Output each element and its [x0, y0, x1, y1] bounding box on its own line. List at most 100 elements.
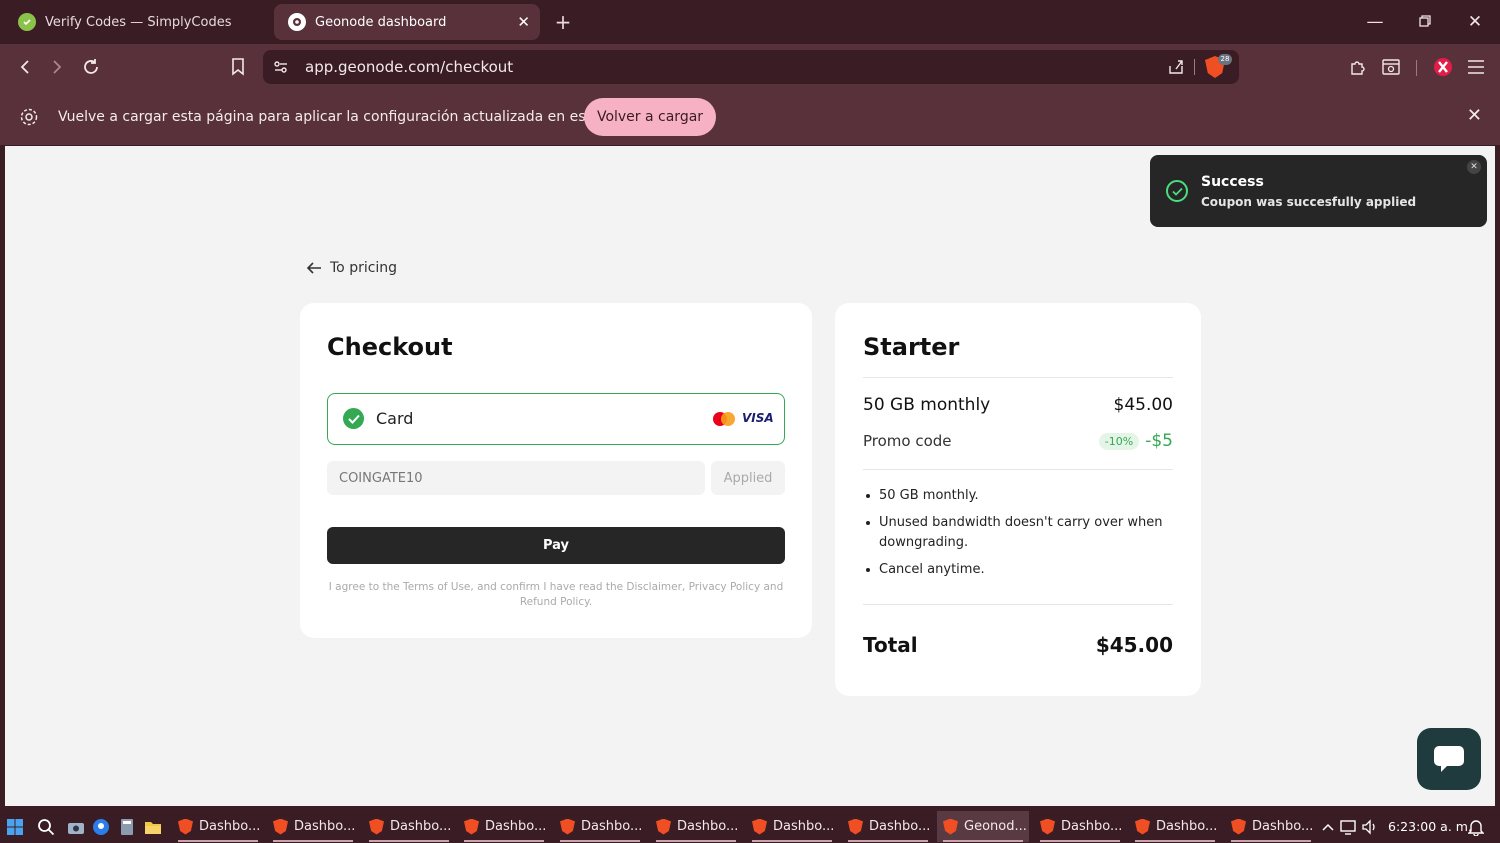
clock: 6:23:00 a. m. — [1388, 819, 1472, 834]
tab-geonode-dashboard[interactable]: Geonode dashboard ✕ — [274, 4, 540, 40]
address-bar[interactable]: app.geonode.com/checkout 28 — [263, 50, 1239, 84]
taskbar-app-label: Dashbo... — [1061, 819, 1123, 834]
reload-infobar: Vuelve a cargar esta página para aplicar… — [0, 90, 1500, 145]
pay-button[interactable]: Pay — [327, 527, 785, 564]
apply-coupon-button[interactable]: Applied — [711, 461, 785, 495]
close-infobar-icon[interactable]: ✕ — [1467, 105, 1482, 126]
visa-icon: VISA — [742, 411, 774, 425]
minimize-icon[interactable]: — — [1360, 8, 1390, 36]
line-item-row: 50 GB monthly $45.00 — [863, 395, 1173, 415]
address-separator — [1194, 59, 1195, 75]
file-explorer-icon[interactable] — [143, 817, 163, 837]
promo-percent-badge: -10% — [1098, 432, 1140, 450]
wallet-icon[interactable] — [1378, 54, 1404, 80]
settings-gear-icon — [19, 107, 39, 131]
feature-item: 50 GB monthly. — [863, 486, 1173, 506]
checkout-card: Checkout Card VISA Applied Pay I agree t… — [300, 303, 812, 638]
profile-avatar-icon[interactable] — [1430, 54, 1456, 80]
windows-taskbar: Dashbo... Dashbo... Dashbo... Dashbo... … — [0, 810, 1500, 843]
windows-start-icon[interactable] — [5, 817, 25, 837]
volume-icon[interactable] — [1360, 817, 1380, 837]
tab-verify-codes[interactable]: Verify Codes — SimplyCodes — [4, 4, 268, 40]
close-toast-icon[interactable]: ✕ — [1467, 160, 1481, 174]
taskbar-app[interactable]: Dashbo... — [363, 811, 455, 842]
taskbar-app-active[interactable]: Geonod... — [937, 811, 1029, 842]
taskbar-app-label: Dashbo... — [773, 819, 835, 834]
shields-count-badge: 28 — [1218, 54, 1232, 65]
taskbar-app-label: Dashbo... — [1252, 819, 1314, 834]
coupon-input[interactable] — [327, 461, 705, 495]
toast-title: Success — [1201, 174, 1264, 190]
payment-method-label: Card — [376, 409, 414, 428]
camera-app-icon[interactable] — [66, 817, 86, 837]
brave-icon — [1231, 818, 1246, 835]
share-icon[interactable] — [1167, 58, 1185, 80]
summary-divider — [863, 469, 1173, 470]
close-tab-icon[interactable]: ✕ — [517, 13, 530, 31]
taskbar-app[interactable]: Dashbo... — [458, 811, 550, 842]
taskbar-app-label: Dashbo... — [1156, 819, 1218, 834]
brave-icon — [369, 818, 384, 835]
mastercard-icon — [713, 411, 737, 427]
line-item-label: 50 GB monthly — [863, 395, 991, 415]
close-window-icon[interactable]: ✕ — [1460, 8, 1490, 36]
reload-icon[interactable] — [78, 54, 104, 80]
toast-message: Coupon was succesfully applied — [1201, 195, 1417, 209]
new-tab-icon[interactable]: + — [552, 9, 574, 35]
chat-bubble-icon — [1434, 746, 1464, 772]
selected-check-icon — [343, 408, 364, 429]
taskbar-app-label: Geonod... — [964, 819, 1027, 834]
taskbar-app[interactable]: Dashbo... — [1034, 811, 1126, 842]
taskbar-app-label: Dashbo... — [485, 819, 547, 834]
order-summary-card: Starter 50 GB monthly $45.00 Promo code … — [835, 303, 1201, 696]
taskbar-app-label: Dashbo... — [390, 819, 452, 834]
page-content: To pricing Checkout Card VISA Applied Pa… — [5, 146, 1495, 806]
back-to-pricing-link[interactable]: To pricing — [306, 260, 397, 276]
site-settings-icon[interactable] — [273, 59, 289, 79]
bookmark-icon[interactable] — [225, 54, 251, 80]
summary-divider — [863, 604, 1173, 605]
brave-icon — [848, 818, 863, 835]
success-toast: Success Coupon was succesfully applied ✕ — [1150, 155, 1487, 227]
taskbar-app[interactable]: Dashbo... — [267, 811, 359, 842]
taskbar-app[interactable]: Dashbo... — [746, 811, 838, 842]
summary-divider — [863, 377, 1173, 378]
back-link-label: To pricing — [330, 260, 398, 276]
taskbar-app[interactable]: Dashbo... — [650, 811, 742, 842]
reload-page-button[interactable]: Volver a cargar — [584, 98, 716, 136]
checkout-title: Checkout — [327, 333, 453, 361]
taskbar-app-label: Dashbo... — [869, 819, 931, 834]
notifications-bell-icon[interactable] — [1466, 817, 1486, 837]
forward-icon[interactable] — [44, 54, 70, 80]
restore-icon[interactable] — [1410, 8, 1440, 36]
brave-icon — [560, 818, 575, 835]
chevron-up-icon[interactable] — [1318, 817, 1338, 837]
terms-text: I agree to the Terms of Use, and confirm… — [328, 581, 784, 608]
maps-app-icon[interactable] — [91, 817, 111, 837]
menu-icon[interactable] — [1463, 54, 1489, 80]
line-item-price: $45.00 — [1113, 395, 1173, 415]
arrow-left-icon — [306, 262, 321, 274]
infobar-message: Vuelve a cargar esta página para aplicar… — [58, 109, 634, 125]
toolbar-separator — [1416, 60, 1417, 76]
taskbar-app[interactable]: Dashbo... — [554, 811, 646, 842]
brave-icon — [1135, 818, 1150, 835]
calculator-app-icon[interactable] — [117, 817, 137, 837]
taskbar-app[interactable]: Dashbo... — [1225, 811, 1317, 842]
search-icon[interactable] — [36, 817, 56, 837]
geonode-favicon-icon — [288, 13, 306, 31]
total-amount: $45.00 — [1095, 633, 1173, 657]
taskbar-app[interactable]: Dashbo... — [172, 811, 264, 842]
promo-label: Promo code — [863, 432, 952, 450]
taskbar-app[interactable]: Dashbo... — [1129, 811, 1221, 842]
taskbar-app-label: Dashbo... — [677, 819, 739, 834]
back-icon[interactable] — [12, 54, 38, 80]
chat-widget-button[interactable] — [1417, 728, 1481, 790]
taskbar-app[interactable]: Dashbo... — [842, 811, 934, 842]
promo-amount: -$5 — [1145, 431, 1173, 451]
network-icon[interactable] — [1339, 817, 1359, 837]
taskbar-app-label: Dashbo... — [581, 819, 643, 834]
extensions-icon[interactable] — [1345, 54, 1371, 80]
card-payment-option[interactable]: Card VISA — [327, 393, 785, 445]
feature-item: Cancel anytime. — [863, 560, 1173, 580]
